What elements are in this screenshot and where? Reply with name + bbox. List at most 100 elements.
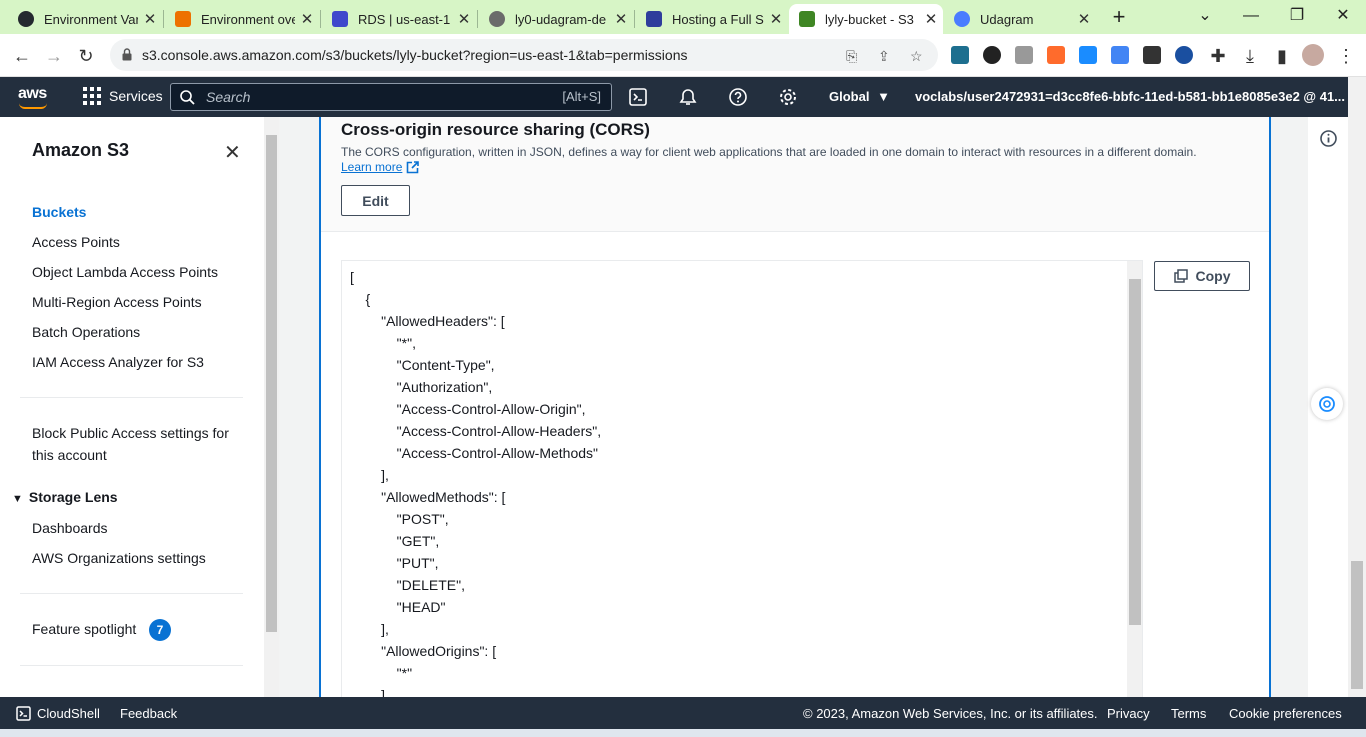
browser-tab[interactable]: Hosting a Full St ✕ bbox=[636, 4, 788, 34]
browser-menu-icon[interactable]: ⋮ bbox=[1332, 42, 1360, 70]
browser-tab[interactable]: Environment Var ✕ bbox=[8, 4, 162, 34]
sidebar-item-org-settings[interactable]: AWS Organizations settings bbox=[32, 550, 206, 566]
restore-icon[interactable]: ❐ bbox=[1282, 4, 1312, 28]
sidebar-title: Amazon S3 bbox=[32, 140, 130, 160]
browser-tab[interactable]: ly0-udagram-de ✕ bbox=[479, 4, 633, 34]
assistant-icon[interactable] bbox=[1311, 388, 1343, 420]
browser-tab[interactable]: RDS | us-east-1 ✕ bbox=[322, 4, 476, 34]
code-scrollbar[interactable] bbox=[1127, 261, 1142, 697]
notifications-bell-icon[interactable] bbox=[678, 87, 698, 107]
sidebar-item-block-public-access[interactable]: Block Public Access settings for this ac… bbox=[32, 425, 229, 463]
globe-icon bbox=[954, 11, 970, 27]
region-selector[interactable]: Global ▼ bbox=[829, 89, 890, 104]
tab-title: Environment Var bbox=[44, 11, 138, 27]
puzzle-icon[interactable]: ✚ bbox=[1204, 42, 1232, 70]
aws-logo[interactable]: aws bbox=[18, 85, 47, 109]
extension-icon[interactable] bbox=[1143, 46, 1161, 64]
close-icon[interactable]: ✕ bbox=[609, 10, 633, 28]
info-icon[interactable] bbox=[1320, 130, 1337, 147]
page-scrollbar[interactable] bbox=[1348, 77, 1366, 697]
aws-footer: CloudShell Feedback © 2023, Amazon Web S… bbox=[0, 697, 1366, 729]
code-line: { bbox=[350, 291, 371, 307]
close-icon[interactable]: ✕ bbox=[1072, 10, 1096, 28]
extension-icon[interactable] bbox=[951, 46, 969, 64]
cors-title: Cross-origin resource sharing (CORS) bbox=[341, 120, 650, 139]
code-line: "Access-Control-Allow-Headers", bbox=[350, 423, 602, 439]
github-icon bbox=[18, 11, 34, 27]
avatar[interactable] bbox=[1302, 44, 1324, 66]
aws-smile-icon bbox=[19, 103, 47, 109]
code-line: "POST", bbox=[350, 511, 449, 527]
browser-tab-active[interactable]: lyly-bucket - S3 ✕ bbox=[789, 4, 943, 34]
browser-tab[interactable]: Udagram ✕ bbox=[944, 4, 1096, 34]
learn-more-link[interactable]: Learn more bbox=[341, 160, 420, 174]
rds-icon bbox=[332, 11, 348, 27]
copy-button[interactable]: Copy bbox=[1154, 261, 1250, 291]
close-icon[interactable]: ✕ bbox=[764, 10, 788, 28]
sidebar-item-buckets[interactable]: Buckets bbox=[32, 204, 86, 220]
edit-button[interactable]: Edit bbox=[341, 185, 410, 216]
help-icon[interactable] bbox=[728, 87, 748, 107]
camera-icon[interactable] bbox=[1015, 46, 1033, 64]
close-icon[interactable]: ✕ bbox=[919, 10, 943, 28]
globe-icon bbox=[489, 11, 505, 27]
back-icon[interactable]: ← bbox=[8, 42, 36, 70]
grid-icon bbox=[83, 87, 101, 105]
forward-icon[interactable]: → bbox=[40, 42, 68, 70]
divider bbox=[20, 665, 243, 666]
sidebar-item-access-points[interactable]: Access Points bbox=[32, 234, 120, 250]
translate-icon[interactable]: ⎘ bbox=[846, 48, 857, 65]
scrollbar-thumb[interactable] bbox=[1129, 279, 1141, 625]
close-icon[interactable]: ✕ bbox=[138, 10, 162, 28]
reload-icon[interactable]: ↻ bbox=[72, 42, 100, 70]
services-menu-button[interactable]: Services bbox=[83, 87, 163, 105]
account-menu[interactable]: voclabs/user2472931=d3cc8fe6-bbfc-11ed-b… bbox=[915, 89, 1366, 104]
sidebar-item-feature-spotlight[interactable]: Feature spotlight bbox=[32, 621, 136, 637]
cookie-preferences-link[interactable]: Cookie preferences bbox=[1229, 706, 1342, 721]
scrollbar-thumb[interactable] bbox=[1351, 561, 1363, 689]
settings-gear-icon[interactable] bbox=[778, 87, 798, 107]
cloudshell-icon[interactable] bbox=[628, 87, 648, 107]
udacity-icon bbox=[646, 11, 662, 27]
external-link-icon bbox=[407, 160, 420, 173]
pen-icon[interactable] bbox=[983, 46, 1001, 64]
address-bar[interactable]: s3.console.aws.amazon.com/s3/buckets/lyl… bbox=[110, 39, 938, 71]
code-line: "HEAD" bbox=[350, 599, 446, 615]
new-tab-button[interactable]: + bbox=[1106, 6, 1132, 28]
close-icon[interactable]: ✕ bbox=[224, 140, 241, 165]
sidebar-scrollbar[interactable] bbox=[264, 117, 279, 697]
download-icon[interactable]: ⤓ bbox=[1236, 42, 1264, 70]
bookmark-star-icon[interactable]: ☆ bbox=[910, 48, 923, 65]
share-icon[interactable]: ⇪ bbox=[878, 48, 890, 65]
browser-tab[interactable]: Environment ove ✕ bbox=[165, 4, 319, 34]
cloudshell-button[interactable]: CloudShell bbox=[16, 706, 100, 721]
check-circle-icon[interactable] bbox=[1175, 46, 1193, 64]
minimize-icon[interactable]: — bbox=[1236, 4, 1266, 28]
close-icon[interactable]: ✕ bbox=[295, 10, 319, 28]
url-text: s3.console.aws.amazon.com/s3/buckets/lyl… bbox=[142, 47, 688, 63]
tab-search-icon[interactable]: ⌄ bbox=[1190, 4, 1220, 28]
tab-divider bbox=[477, 10, 478, 28]
aws-top-nav: aws Services Search [Alt+S] Global ▼ voc… bbox=[0, 77, 1366, 117]
scrollbar-thumb[interactable] bbox=[266, 135, 277, 632]
side-panel-icon[interactable]: ▮ bbox=[1268, 42, 1296, 70]
sidebar-item-dashboards[interactable]: Dashboards bbox=[32, 520, 108, 536]
sidebar-item-batch-operations[interactable]: Batch Operations bbox=[32, 324, 140, 340]
droplet-icon[interactable] bbox=[1079, 46, 1097, 64]
extension-icon[interactable] bbox=[1047, 46, 1065, 64]
storage-lens-label: Storage Lens bbox=[28, 489, 118, 505]
close-icon[interactable]: ✕ bbox=[452, 10, 476, 28]
right-rail bbox=[1308, 117, 1348, 697]
sidebar-item-iam-analyzer[interactable]: IAM Access Analyzer for S3 bbox=[32, 354, 204, 370]
code-line: "Authorization", bbox=[350, 379, 493, 395]
sidebar-item-multi-region[interactable]: Multi-Region Access Points bbox=[32, 294, 202, 310]
search-input[interactable]: Search [Alt+S] bbox=[170, 83, 612, 111]
feedback-link[interactable]: Feedback bbox=[120, 706, 177, 721]
copyright-text: © 2023, Amazon Web Services, Inc. or its… bbox=[803, 706, 1098, 721]
translate-extension-icon[interactable] bbox=[1111, 46, 1129, 64]
storage-lens-toggle[interactable]: ▼ Storage Lens bbox=[12, 489, 118, 505]
terms-link[interactable]: Terms bbox=[1171, 706, 1206, 721]
privacy-link[interactable]: Privacy bbox=[1107, 706, 1150, 721]
close-window-icon[interactable]: ✕ bbox=[1328, 4, 1358, 28]
sidebar-item-object-lambda[interactable]: Object Lambda Access Points bbox=[32, 264, 218, 280]
